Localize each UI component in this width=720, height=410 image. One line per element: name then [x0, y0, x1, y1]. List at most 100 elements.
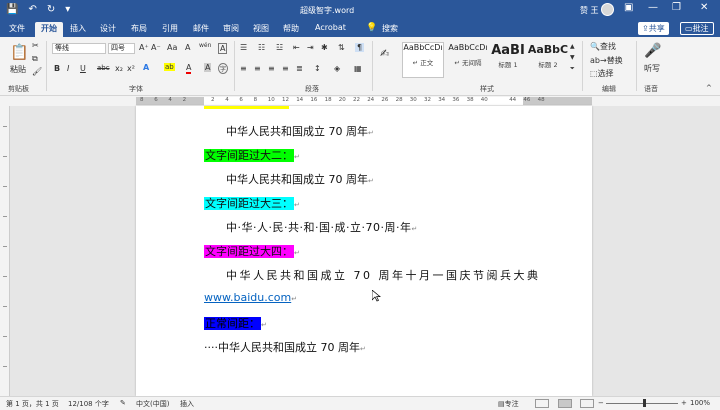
styles-pane-icon[interactable]: ✍: [380, 47, 389, 60]
superscript-button[interactable]: x²: [127, 64, 135, 73]
paragraph-9[interactable]: 正常间距：↵: [204, 315, 267, 331]
tab-layout[interactable]: 布局: [131, 23, 147, 34]
collapse-ribbon-icon[interactable]: ^: [706, 84, 712, 92]
style-normal[interactable]: AaBbCcDı ↵ 正文: [401, 43, 445, 67]
zoom-out-button[interactable]: −: [598, 399, 604, 407]
paragraph-8[interactable]: www.baidu.com↵: [204, 291, 297, 304]
highlight-button[interactable]: ab: [164, 63, 175, 71]
lightbulb-icon[interactable]: 💡: [366, 23, 377, 33]
align-center-icon[interactable]: ≡: [254, 64, 261, 73]
tab-file[interactable]: 文件: [9, 23, 25, 34]
decrease-indent-icon[interactable]: ⇤: [293, 43, 300, 52]
tab-home[interactable]: 开始: [35, 22, 63, 37]
paragraph-2[interactable]: 文字间距过大二：↵: [204, 147, 300, 163]
styles-scroll-down-icon[interactable]: ▼: [570, 54, 575, 61]
paragraph-6[interactable]: 文字间距过大四：↵: [204, 243, 300, 259]
line-spacing-icon[interactable]: ↕: [314, 64, 321, 73]
tab-insert[interactable]: 插入: [70, 23, 86, 34]
paragraph-7[interactable]: 中华人民共和国成立 70 周年十月一国庆节阅兵大典: [226, 267, 541, 283]
redo-icon[interactable]: ↻: [47, 4, 55, 15]
zoom-slider[interactable]: [606, 403, 678, 404]
share-button[interactable]: ⇪共享: [638, 22, 669, 35]
align-left-icon[interactable]: ≡: [240, 64, 247, 73]
styles-more-icon[interactable]: ⏷: [570, 65, 575, 73]
font-color-button[interactable]: A: [186, 63, 192, 74]
user-name[interactable]: 赞 王: [580, 5, 599, 16]
increase-indent-icon[interactable]: ⇥: [307, 43, 314, 52]
paragraph-5[interactable]: 中·华·人·民·共·和·国·成·立·70·周·年↵: [226, 219, 418, 235]
underline-button[interactable]: U: [80, 64, 86, 73]
microphone-icon[interactable]: 🎤: [644, 43, 661, 59]
format-painter-icon[interactable]: 🖌: [32, 67, 42, 76]
zoom-slider-thumb[interactable]: [643, 399, 646, 407]
grow-font-button[interactable]: A⁺: [139, 43, 149, 52]
paste-label[interactable]: 粘贴: [10, 64, 26, 75]
minimize-button[interactable]: —: [648, 2, 658, 13]
justify-icon[interactable]: ≡: [282, 64, 289, 73]
undo-icon[interactable]: ↶: [28, 4, 36, 15]
proofing-icon[interactable]: ✎: [120, 399, 126, 407]
paragraph-10[interactable]: ····中华人民共和国成立 70 周年↵: [204, 339, 366, 355]
read-mode-icon[interactable]: [535, 399, 549, 408]
styles-scroll-up-icon[interactable]: ▲: [570, 43, 575, 50]
zoom-level[interactable]: 100%: [690, 399, 710, 407]
multilevel-list-icon[interactable]: ☳: [276, 43, 283, 52]
paragraph-4[interactable]: 文字间距过大三：↵: [204, 195, 300, 211]
show-marks-icon[interactable]: ¶: [355, 43, 365, 52]
strikethrough-button[interactable]: abc: [97, 64, 110, 72]
sort-icon[interactable]: ⇅: [338, 43, 345, 52]
print-layout-icon[interactable]: [558, 399, 572, 408]
italic-button[interactable]: I: [67, 64, 69, 73]
tell-me-search[interactable]: 搜索: [382, 23, 398, 34]
copy-icon[interactable]: ⧉: [32, 54, 38, 64]
text-effects-button[interactable]: A: [143, 63, 149, 72]
shrink-font-button[interactable]: A⁻: [151, 43, 161, 52]
ribbon-display-icon[interactable]: ▣: [624, 2, 633, 13]
tab-view[interactable]: 视图: [253, 23, 269, 34]
zoom-in-button[interactable]: +: [681, 399, 687, 407]
shading-icon[interactable]: ◈: [334, 64, 340, 73]
paragraph-1[interactable]: 中华人民共和国成立 70 周年↵: [226, 123, 374, 139]
web-layout-icon[interactable]: [580, 399, 594, 408]
focus-mode-button[interactable]: ▤专注: [498, 399, 519, 409]
style-heading-1[interactable]: AaBI 标题 1: [486, 43, 530, 69]
language-indicator[interactable]: 中文(中国): [136, 399, 169, 409]
char-shading-button[interactable]: A: [204, 63, 212, 72]
cut-icon[interactable]: ✂: [32, 41, 39, 50]
autosave-icon[interactable]: 💾: [6, 4, 18, 15]
select-button[interactable]: ⬚选择: [590, 68, 614, 79]
tab-help[interactable]: 帮助: [283, 23, 299, 34]
font-size-field[interactable]: 四号: [108, 43, 135, 54]
clear-format-button[interactable]: A: [185, 43, 190, 52]
close-button[interactable]: ✕: [700, 2, 708, 13]
enclose-char-button[interactable]: 字: [218, 63, 229, 74]
replace-button[interactable]: ab→替换: [590, 55, 623, 66]
word-count[interactable]: 12/108 个字: [68, 399, 109, 409]
change-case-button[interactable]: Aa: [167, 43, 177, 52]
page-count[interactable]: 第 1 页，共 1 页: [6, 399, 59, 409]
font-name-field[interactable]: 等线: [52, 43, 106, 54]
document-page[interactable]: 中华人民共和国成立 70 周年↵ 文字间距过大二：↵ 中华人民共和国成立 70 …: [136, 106, 592, 396]
avatar[interactable]: [601, 3, 614, 16]
align-right-icon[interactable]: ≡: [268, 64, 275, 73]
bullets-icon[interactable]: ☰: [240, 43, 247, 52]
paragraph-3[interactable]: 中华人民共和国成立 70 周年↵: [226, 171, 374, 187]
tab-acrobat[interactable]: Acrobat: [315, 23, 346, 32]
tab-mailings[interactable]: 邮件: [193, 23, 209, 34]
style-heading-2[interactable]: AaBbC 标题 2: [526, 43, 570, 69]
find-button[interactable]: 🔍查找: [590, 41, 616, 52]
style-no-spacing[interactable]: AaBbCcDı ↵ 无间隔: [446, 43, 490, 67]
comment-button[interactable]: ▭批注: [680, 22, 714, 35]
bold-button[interactable]: B: [54, 64, 60, 73]
tab-review[interactable]: 审阅: [223, 23, 239, 34]
tab-references[interactable]: 引用: [162, 23, 178, 34]
tab-design[interactable]: 设计: [100, 23, 116, 34]
restore-button[interactable]: ❐: [672, 2, 681, 13]
hyperlink[interactable]: www.baidu.com: [204, 291, 291, 304]
insert-mode[interactable]: 插入: [180, 399, 194, 409]
borders-icon[interactable]: ▦: [354, 64, 362, 73]
subscript-button[interactable]: x₂: [115, 64, 123, 73]
numbering-icon[interactable]: ☷: [258, 43, 265, 52]
distributed-icon[interactable]: ≣: [296, 64, 303, 73]
char-border-button[interactable]: A: [218, 43, 228, 54]
